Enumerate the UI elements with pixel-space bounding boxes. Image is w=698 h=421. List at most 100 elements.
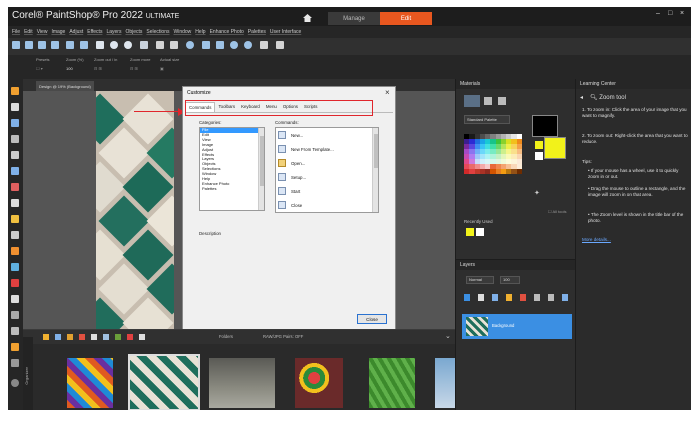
pen-tool-icon[interactable] xyxy=(11,327,19,335)
presets-dropdown[interactable]: ☐ ▾ xyxy=(36,66,43,71)
menu-palettes[interactable]: Palettes xyxy=(248,29,266,35)
actual-size-button[interactable]: ▣ xyxy=(160,66,164,71)
opacity-input[interactable]: 100 xyxy=(500,276,520,284)
fill-tool-icon[interactable] xyxy=(11,247,19,255)
open-icon[interactable] xyxy=(25,41,33,49)
dropper-tool-icon[interactable] xyxy=(11,263,19,271)
swatches-tab-icon[interactable] xyxy=(498,97,506,105)
paste-icon[interactable] xyxy=(80,41,88,49)
color-swatch[interactable] xyxy=(516,169,522,174)
layer-effects-icon[interactable] xyxy=(562,294,568,301)
thumbnail-image[interactable] xyxy=(67,358,113,408)
command-item[interactable]: Start xyxy=(276,184,378,198)
pan-tool-icon[interactable] xyxy=(11,87,19,95)
settings-icon[interactable] xyxy=(96,41,104,49)
menu-layers[interactable]: Layers xyxy=(106,29,121,35)
maximize-button[interactable]: □ xyxy=(668,10,672,17)
zoom-out-in-buttons[interactable]: ⊟ ⊞ xyxy=(94,66,102,71)
menu-edit[interactable]: Edit xyxy=(24,29,33,35)
print-icon[interactable] xyxy=(51,41,59,49)
thumbnail-image[interactable] xyxy=(435,358,455,408)
palette-dropdown[interactable]: Standard Palette xyxy=(464,115,510,124)
organizer-tool-icon[interactable] xyxy=(127,334,133,340)
menu-user-interface[interactable]: User Interface xyxy=(270,29,301,35)
menu-help[interactable]: Help xyxy=(195,29,205,35)
link-layer-icon[interactable] xyxy=(534,294,540,301)
raw-jpg-filter[interactable]: RAW/JPG Pairs: OFF xyxy=(263,334,303,339)
command-item[interactable]: New... xyxy=(276,128,378,142)
commands-list[interactable]: New... New From Template... Open... Setu… xyxy=(275,127,379,213)
eraser-tool-icon[interactable] xyxy=(11,231,19,239)
organizer-tool-icon[interactable] xyxy=(91,334,97,340)
mask-layer-icon[interactable] xyxy=(506,294,512,301)
background-color-swatch[interactable] xyxy=(544,137,566,159)
layer-row[interactable]: Background xyxy=(462,314,572,339)
tab-edit[interactable]: Edit xyxy=(380,12,432,25)
color-changer-tool-icon[interactable] xyxy=(11,279,19,287)
command-item[interactable]: Close xyxy=(276,198,378,212)
crop-icon[interactable] xyxy=(140,41,148,49)
rainbow-tab-icon[interactable] xyxy=(484,97,492,105)
menu-image[interactable]: Image xyxy=(51,29,65,35)
warp-tool-icon[interactable] xyxy=(11,343,19,351)
overview-icon[interactable] xyxy=(260,41,268,49)
thumbnail-image[interactable] xyxy=(295,358,343,408)
back-arrow-icon[interactable]: ◂ xyxy=(580,94,583,101)
new-layer-icon[interactable] xyxy=(464,294,470,301)
category-item[interactable]: Palettes xyxy=(200,186,264,192)
script-icon[interactable] xyxy=(276,41,284,49)
shape-tool-icon[interactable] xyxy=(11,311,19,319)
save-icon[interactable] xyxy=(38,41,46,49)
close-button[interactable]: Close xyxy=(357,314,387,324)
menu-objects[interactable]: Objects xyxy=(125,29,142,35)
commands-scrollbar[interactable] xyxy=(372,128,378,212)
organizer-tool-icon[interactable] xyxy=(139,334,145,340)
text-tool-icon[interactable] xyxy=(11,295,19,303)
move-tool-icon[interactable] xyxy=(11,167,19,175)
organizer-tool-icon[interactable] xyxy=(67,334,73,340)
color-icon[interactable] xyxy=(186,41,194,49)
adjustment-layer-icon[interactable] xyxy=(492,294,498,301)
menu-adjust[interactable]: Adjust xyxy=(69,29,83,35)
zoom-out-icon[interactable] xyxy=(244,41,252,49)
recent-color-swatch[interactable] xyxy=(466,228,474,236)
command-item[interactable]: Open... xyxy=(276,156,378,170)
new-icon[interactable] xyxy=(12,41,20,49)
color-palette-grid[interactable] xyxy=(464,134,522,174)
organizer-tool-icon[interactable] xyxy=(103,334,109,340)
thumbnail-image[interactable] xyxy=(369,358,415,408)
fg-texture-swatch[interactable] xyxy=(535,141,543,149)
organizer-side-tab[interactable]: Organizer xyxy=(23,337,33,410)
dialog-close-icon[interactable]: × xyxy=(385,88,390,97)
minimize-button[interactable]: – xyxy=(656,10,660,17)
thumbnail-image[interactable] xyxy=(209,358,275,408)
command-item[interactable]: New From Template... xyxy=(276,142,378,156)
document-tab[interactable]: Design @ 19% (Background) xyxy=(36,81,94,91)
menu-window[interactable]: Window xyxy=(174,29,192,35)
menu-effects[interactable]: Effects xyxy=(87,29,102,35)
folders-dropdown[interactable]: Folders xyxy=(219,334,233,339)
pick-tool-icon[interactable] xyxy=(11,103,19,111)
add-tool-icon[interactable] xyxy=(11,379,19,387)
scroll-thumb[interactable] xyxy=(260,136,264,186)
rotate-left-icon[interactable] xyxy=(156,41,164,49)
thumbnail-image-selected[interactable] xyxy=(128,354,200,410)
organizer-tool-icon[interactable] xyxy=(43,334,49,340)
redo-icon[interactable] xyxy=(124,41,132,49)
all-tools-checkbox[interactable]: ☐ All tools xyxy=(548,209,566,214)
menu-enhance-photo[interactable]: Enhance Photo xyxy=(210,29,244,35)
straighten-tool-icon[interactable] xyxy=(11,135,19,143)
organizer-tool-icon[interactable] xyxy=(55,334,61,340)
rotate-right-icon[interactable] xyxy=(170,41,178,49)
clone-tool-icon[interactable] xyxy=(11,199,19,207)
delete-layer-icon[interactable] xyxy=(520,294,526,301)
bg-texture-swatch[interactable] xyxy=(535,152,543,160)
menu-file[interactable]: File xyxy=(12,29,20,35)
scroll-thumb[interactable] xyxy=(374,134,378,168)
swap-colors-icon[interactable]: ✦ xyxy=(534,189,540,197)
picture-tube-tool-icon[interactable] xyxy=(11,359,19,367)
selection-tool-icon[interactable] xyxy=(11,119,19,127)
organizer-tool-icon[interactable] xyxy=(115,334,121,340)
lock-layer-icon[interactable] xyxy=(548,294,554,301)
home-button[interactable] xyxy=(298,12,316,24)
